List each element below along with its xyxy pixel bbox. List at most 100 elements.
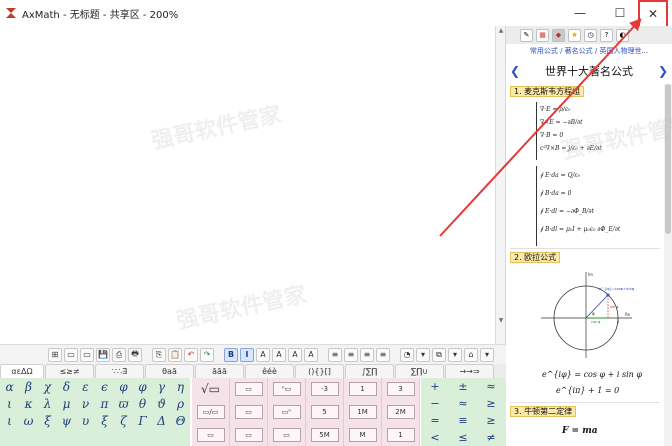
- toolbar-button[interactable]: ▾: [480, 347, 494, 362]
- section-maxwell[interactable]: 1. 麦克斯韦方程组: [510, 86, 585, 97]
- toolbar-button[interactable]: A: [304, 347, 318, 362]
- maxwell-equation[interactable]: ∮ E·dl = −∂Φ_B/∂t: [540, 208, 594, 215]
- greek-symbol[interactable]: ϑ: [152, 395, 171, 412]
- symbol-tab[interactable]: ∑∏∪: [395, 364, 444, 378]
- scroll-down-icon[interactable]: ▼: [496, 316, 506, 326]
- toolbar-button[interactable]: B: [224, 347, 238, 362]
- toolbar-button[interactable]: ⊞: [48, 347, 62, 362]
- relation-symbol[interactable]: −: [421, 395, 449, 412]
- help-tab-icon[interactable]: ?: [600, 28, 613, 42]
- greek-symbol[interactable]: ν: [76, 395, 95, 412]
- greek-symbol[interactable]: κ: [19, 395, 38, 412]
- greek-symbol[interactable]: ϵ: [95, 378, 114, 395]
- symbol-tab[interactable]: →→⇒: [445, 364, 494, 378]
- template-button[interactable]: ▭: [272, 427, 301, 442]
- greek-symbol[interactable]: β: [19, 378, 38, 395]
- maxwell-equation[interactable]: ∮ B·da = 0: [540, 190, 571, 197]
- greek-symbol[interactable]: μ: [57, 395, 76, 412]
- bookmark-tab-icon[interactable]: ◆: [552, 28, 565, 42]
- greek-symbol[interactable]: ε: [76, 378, 95, 395]
- toolbar-button[interactable]: A: [288, 347, 302, 362]
- relation-symbol[interactable]: ≡: [449, 412, 477, 429]
- template-button[interactable]: ▭/▭: [196, 404, 225, 419]
- toolbar-button[interactable]: ▾: [448, 347, 462, 362]
- toolbar-button[interactable]: ⎙: [112, 347, 126, 362]
- toolbar-button[interactable]: 📋: [168, 347, 182, 362]
- next-page-button[interactable]: ❯: [658, 64, 668, 78]
- edit-tab-icon[interactable]: ✎: [520, 28, 533, 42]
- library-breadcrumb[interactable]: 常用公式 / 著名公式 / 英国人物理世...: [506, 46, 672, 58]
- relation-symbol[interactable]: ≠: [477, 429, 505, 446]
- greek-symbol[interactable]: ι: [0, 395, 19, 412]
- relation-symbol[interactable]: ≤: [449, 429, 477, 446]
- toolbar-button[interactable]: ≡: [328, 347, 342, 362]
- greek-symbol[interactable]: γ: [152, 378, 171, 395]
- symbol-tab[interactable]: ≤≥≠: [45, 364, 94, 378]
- relation-symbol[interactable]: <: [421, 429, 449, 446]
- template-button[interactable]: 1: [386, 427, 415, 442]
- maxwell-equation[interactable]: ∮ E·da = Q/ε₀: [540, 172, 580, 179]
- euler-formula-1[interactable]: e^{iφ} = cos φ + i sin φ: [542, 370, 642, 379]
- toolbar-button[interactable]: ▾: [416, 347, 430, 362]
- symbol-tab[interactable]: êéè: [245, 364, 294, 378]
- toolbar-button[interactable]: A: [256, 347, 270, 362]
- toolbar-button[interactable]: ≡: [344, 347, 358, 362]
- maxwell-equation[interactable]: c²∇×B = j/ε₀ + ∂E/∂t: [540, 145, 602, 152]
- template-button[interactable]: ⁿ▭: [272, 382, 301, 397]
- prev-page-button[interactable]: ❮: [510, 64, 520, 78]
- maxwell-equation[interactable]: ∮ B·dl = μ₀I + μ₀ε₀ ∂Φ_E/∂t: [540, 226, 620, 233]
- minimize-button[interactable]: —: [560, 0, 600, 26]
- template-button[interactable]: 1: [348, 382, 377, 397]
- relation-symbol[interactable]: ≈: [477, 378, 505, 395]
- greek-symbol[interactable]: δ: [57, 378, 76, 395]
- toolbar-button[interactable]: 🖶: [128, 347, 142, 362]
- greek-symbol[interactable]: θ: [133, 395, 152, 412]
- maximize-button[interactable]: ☐: [600, 0, 640, 26]
- toolbar-button[interactable]: ↷: [200, 347, 214, 362]
- relation-symbol[interactable]: ±: [449, 378, 477, 395]
- section-newton[interactable]: 3. 牛顿第二定律: [510, 406, 577, 417]
- toolbar-button[interactable]: I: [240, 347, 254, 362]
- greek-symbol[interactable]: Θ: [171, 412, 190, 429]
- greek-symbol[interactable]: λ: [38, 395, 57, 412]
- more-tab-icon[interactable]: ◐: [616, 28, 629, 42]
- template-button[interactable]: 3: [386, 382, 415, 397]
- greek-symbol[interactable]: χ: [38, 378, 57, 395]
- template-button[interactable]: 5M: [310, 427, 339, 442]
- greek-symbol[interactable]: υ: [76, 412, 95, 429]
- relation-symbol[interactable]: ≥: [477, 412, 505, 429]
- relation-symbol[interactable]: +: [421, 378, 449, 395]
- symbol-tab[interactable]: θaā: [145, 364, 194, 378]
- unit-circle-diagram[interactable]: Im Re e^{iφ}=cosφ+isinφ φ cos φ sin φ 1: [536, 270, 636, 360]
- greek-symbol[interactable]: α: [0, 378, 19, 395]
- toolbar-button[interactable]: ◔: [400, 347, 414, 362]
- greek-symbol[interactable]: ξ: [38, 412, 57, 429]
- toolbar-button[interactable]: A: [272, 347, 286, 362]
- template-button[interactable]: ▭ⁿ: [272, 404, 301, 419]
- toolbar-button[interactable]: ▭: [80, 347, 94, 362]
- toolbar-button[interactable]: ⧉: [432, 347, 446, 362]
- template-button[interactable]: 1M: [348, 404, 377, 419]
- greek-symbol[interactable]: ι: [0, 412, 19, 429]
- relation-symbol[interactable]: ≥: [477, 395, 505, 412]
- greek-symbol[interactable]: ζ: [114, 412, 133, 429]
- star-tab-icon[interactable]: ★: [568, 28, 581, 42]
- greek-symbol[interactable]: η: [171, 378, 190, 395]
- toolbar-button[interactable]: 💾: [96, 347, 110, 362]
- symbol-tab[interactable]: ∫∑∏: [345, 364, 394, 378]
- greek-symbol[interactable]: ψ: [57, 412, 76, 429]
- template-button[interactable]: -3: [310, 382, 339, 397]
- library-scroll-thumb[interactable]: [665, 84, 671, 234]
- symbol-tab[interactable]: ∵∴∃: [95, 364, 144, 378]
- close-button[interactable]: ✕: [638, 0, 668, 28]
- relation-symbol[interactable]: =: [421, 412, 449, 429]
- maxwell-equation[interactable]: ∇·B = 0: [540, 132, 563, 139]
- template-button[interactable]: 2M: [386, 404, 415, 419]
- greek-symbol[interactable]: Δ: [152, 412, 171, 429]
- greek-symbol[interactable]: φ: [133, 378, 152, 395]
- greek-symbol[interactable]: Γ: [133, 412, 152, 429]
- history-tab-icon[interactable]: ◷: [584, 28, 597, 42]
- maxwell-equation[interactable]: ∇×E = −∂B/∂t: [540, 119, 583, 126]
- grid-tab-icon[interactable]: ▦: [536, 28, 549, 42]
- library-scrollbar[interactable]: [664, 84, 672, 446]
